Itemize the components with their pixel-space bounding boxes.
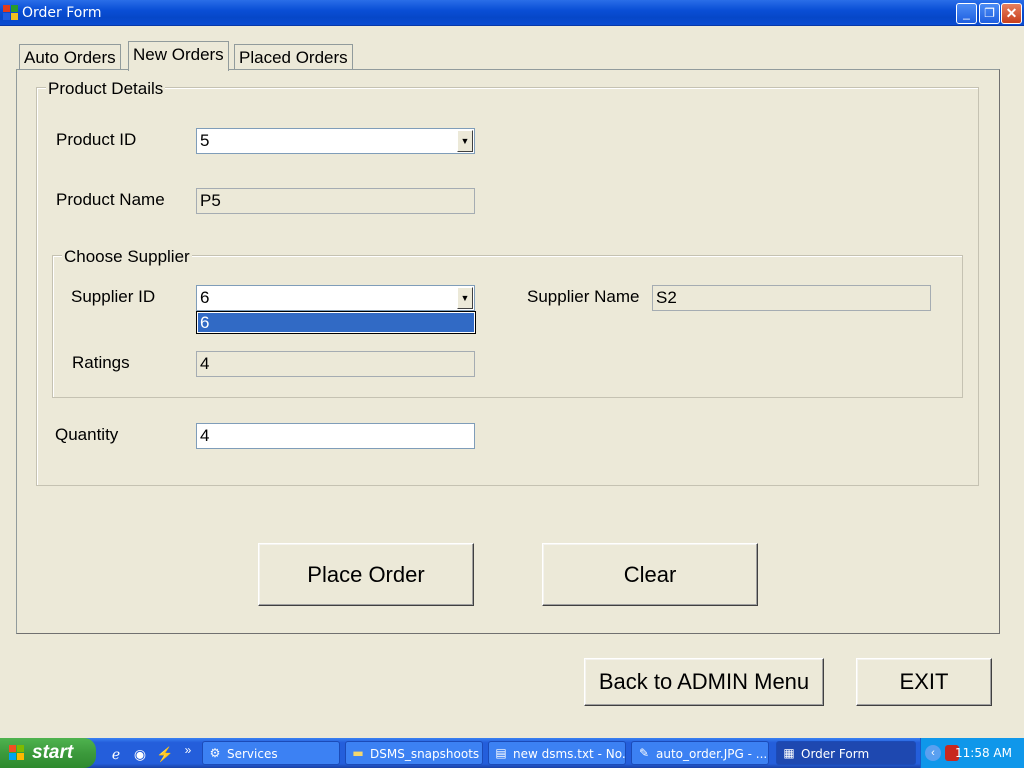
taskbar-item-dsms-snapshoots[interactable]: ▬ DSMS_snapshoots [345, 741, 483, 765]
quicklaunch-app-icon[interactable]: ⚡ [156, 746, 173, 762]
choose-supplier-legend: Choose Supplier [62, 247, 192, 266]
supplier-id-value: 6 [200, 288, 210, 307]
taskbar-item-order-form[interactable]: ▦ Order Form [776, 741, 916, 765]
tab-auto-orders[interactable]: Auto Orders [19, 44, 121, 70]
product-name-field: P5 [196, 188, 475, 214]
tab-new-orders[interactable]: New Orders [128, 41, 229, 71]
minimize-button[interactable]: _ [956, 3, 977, 24]
gears-icon: ⚙ [209, 746, 221, 760]
taskbar-item-notepad[interactable]: ▤ new dsms.txt - No... [488, 741, 626, 765]
taskbar-item-label: DSMS_snapshoots [370, 747, 480, 761]
taskbar: start ℯ ◉ ⚡ » ⚙ Services ▬ DSMS_snapshoo… [0, 738, 1024, 768]
product-name-label: Product Name [56, 190, 165, 209]
choose-supplier-group: Choose Supplier [52, 248, 963, 398]
close-button[interactable]: ✕ [1001, 3, 1022, 24]
browser-icon[interactable]: ◉ [132, 746, 148, 762]
taskbar-item-services[interactable]: ⚙ Services [202, 741, 340, 765]
start-label: start [32, 742, 74, 763]
product-details-legend: Product Details [46, 79, 166, 98]
window-title: Order Form [22, 5, 102, 21]
notepad-icon: ▤ [495, 746, 507, 760]
dropdown-option[interactable]: 6 [198, 313, 474, 332]
supplier-id-label: Supplier ID [71, 287, 156, 306]
clock[interactable]: 11:58 AM [955, 746, 1012, 760]
product-id-combobox[interactable]: 5 ▼ [196, 128, 475, 154]
supplier-id-dropdown-list[interactable]: 6 [196, 311, 476, 334]
taskbar-item-label: Services [227, 747, 278, 761]
system-tray: ‹ 11:58 AM [920, 738, 1024, 768]
quantity-label: Quantity [55, 425, 119, 444]
chevron-down-icon[interactable]: ▼ [457, 130, 473, 152]
folder-icon: ▬ [352, 746, 364, 760]
taskbar-item-label: new dsms.txt - No... [513, 747, 626, 761]
supplier-name-label: Supplier Name [527, 287, 640, 306]
taskbar-item-label: Order Form [801, 747, 870, 761]
internet-explorer-icon[interactable]: ℯ [108, 746, 124, 762]
place-order-button[interactable]: Place Order [258, 543, 474, 606]
ratings-field: 4 [196, 351, 475, 377]
form-icon: ▦ [783, 746, 795, 760]
quantity-input[interactable]: 4 [196, 423, 475, 449]
taskbar-item-label: auto_order.JPG - ... [656, 747, 768, 761]
ratings-label: Ratings [72, 353, 130, 372]
chevron-down-icon[interactable]: ▼ [457, 287, 473, 309]
taskbar-item-paint[interactable]: ✎ auto_order.JPG - ... [631, 741, 769, 765]
windows-flag-icon [9, 745, 25, 761]
quicklaunch-overflow-icon[interactable]: » [180, 742, 196, 758]
supplier-name-field: S2 [652, 285, 931, 311]
paint-icon: ✎ [638, 746, 650, 760]
back-to-admin-menu-button[interactable]: Back to ADMIN Menu [584, 658, 824, 706]
restore-button[interactable]: ❐ [979, 3, 1000, 24]
tab-placed-orders[interactable]: Placed Orders [234, 44, 353, 70]
product-id-label: Product ID [56, 130, 137, 149]
product-id-value: 5 [200, 131, 210, 150]
exit-button[interactable]: EXIT [856, 658, 992, 706]
form-app-icon [3, 5, 19, 21]
start-button[interactable]: start [0, 738, 96, 768]
title-bar[interactable]: Order Form _ ❐ ✕ [0, 0, 1024, 26]
clear-button[interactable]: Clear [542, 543, 758, 606]
supplier-id-combobox[interactable]: 6 ▼ [196, 285, 475, 311]
tray-expand-icon[interactable]: ‹ [925, 745, 941, 761]
